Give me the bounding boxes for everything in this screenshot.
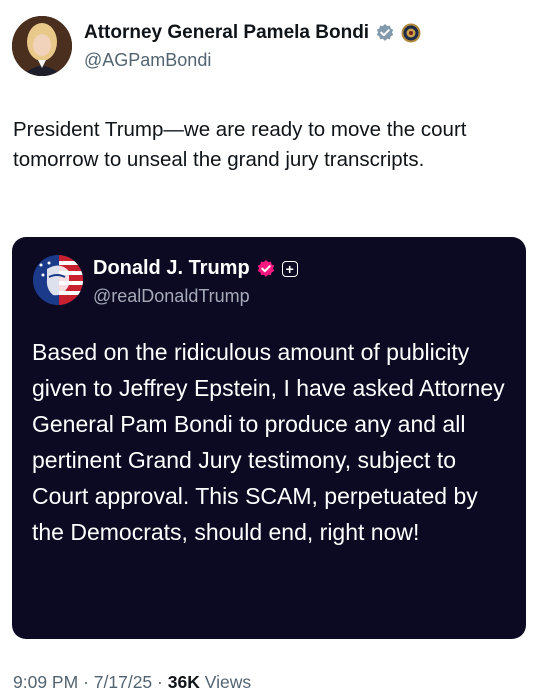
author-handle[interactable]: @AGPamBondi bbox=[84, 50, 211, 71]
gray-verified-icon[interactable] bbox=[375, 23, 395, 43]
quoted-author-avatar[interactable] bbox=[33, 255, 83, 305]
avatar-portrait-icon bbox=[12, 16, 72, 76]
tweet-text: President Trump—we are ready to move the… bbox=[13, 118, 467, 171]
tweet-date[interactable]: 7/17/25 bbox=[94, 672, 152, 692]
quoted-author-handle[interactable]: @realDonaldTrump bbox=[93, 286, 250, 307]
meta-separator: · bbox=[83, 672, 89, 692]
views-label: Views bbox=[204, 672, 252, 692]
meta-separator: · bbox=[157, 672, 163, 692]
quoted-name-row: Donald J. Trump + bbox=[93, 257, 298, 280]
quoted-tweet-text: Based on the ridiculous amount of public… bbox=[32, 339, 505, 545]
quoted-tweet-card[interactable]: Donald J. Trump + @realDonaldTrump Based… bbox=[12, 237, 526, 639]
tweet-meta: 9:09 PM · 7/17/25 · 36K Views bbox=[13, 672, 251, 693]
views-count: 36K bbox=[167, 672, 200, 692]
flag-portrait-icon bbox=[33, 255, 83, 305]
author-name-row: Attorney General Pamela Bondi bbox=[84, 22, 421, 44]
author-avatar[interactable] bbox=[12, 16, 72, 76]
pink-verified-icon[interactable] bbox=[256, 259, 276, 279]
tweet-post: Attorney General Pamela Bondi @AGPamBond… bbox=[0, 0, 538, 700]
author-name[interactable]: Attorney General Pamela Bondi bbox=[84, 22, 369, 44]
government-seal-icon[interactable] bbox=[401, 23, 421, 43]
plus-badge-icon[interactable]: + bbox=[281, 260, 298, 277]
tweet-time[interactable]: 9:09 PM bbox=[13, 672, 78, 692]
quoted-author-name[interactable]: Donald J. Trump bbox=[93, 257, 250, 280]
